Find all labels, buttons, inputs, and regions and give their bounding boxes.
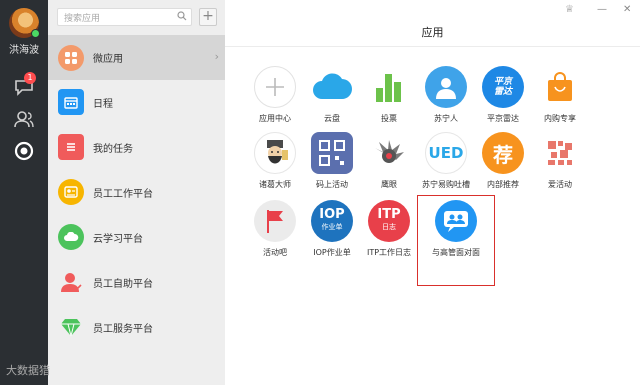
watermark: 大数据猎 <box>6 362 50 378</box>
app-label: 平京雷达 <box>487 114 519 123</box>
recommend-icon: 荐 <box>482 132 524 174</box>
sage-icon <box>254 132 296 174</box>
app-activity-bar[interactable]: 活动吧 <box>246 200 304 258</box>
menu-item-schedule[interactable]: 日程 <box>48 80 225 125</box>
app-zhuge-master[interactable]: 诸葛大师 <box>246 132 304 190</box>
logo-icon: 平京雷达 <box>482 66 524 108</box>
add-button[interactable]: + <box>199 8 217 26</box>
app-label: 投票 <box>381 114 397 123</box>
unread-badge: 1 <box>24 72 36 84</box>
app-label: ITP工作日志 <box>366 248 412 257</box>
person-icon <box>425 66 467 108</box>
user-name: 洪海波 <box>9 45 39 56</box>
menu-item-cloud-learning[interactable]: 云学习平台 <box>48 215 225 260</box>
app-internal-purchase[interactable]: 内购专享 <box>531 66 589 124</box>
menu-item-service-platform[interactable]: 员工服务平台 <box>48 305 225 350</box>
app-icon-text: 荐 <box>493 142 513 167</box>
left-rail: 洪海波 1 <box>0 0 48 385</box>
app-label: 云盘 <box>324 114 340 123</box>
cloud-icon <box>58 224 84 250</box>
app-label: IOP作业单 <box>313 248 351 257</box>
app-icon-text: 平京雷达 <box>493 77 512 97</box>
divider <box>225 46 640 47</box>
menu-item-label: 微应用 <box>93 54 123 65</box>
main-area: ♕ — ✕ 应用 应用中心 云盘 投票 苏宁人 平京雷达 平京雷达 内购专享 诸… <box>225 0 640 385</box>
skin-icon[interactable]: ♕ <box>565 4 574 15</box>
menu-item-micro-apps[interactable]: 微应用 › <box>48 35 225 80</box>
app-label: 活动吧 <box>263 248 287 257</box>
app-label: 码上活动 <box>316 180 348 189</box>
person-icon <box>58 269 84 295</box>
app-cloud-disk[interactable]: 云盘 <box>303 66 361 124</box>
app-label: 内部推荐 <box>487 180 519 189</box>
menu-item-work-platform[interactable]: 员工工作平台 <box>48 170 225 215</box>
app-label: 苏宁易购吐槽 <box>422 180 470 189</box>
app-label: 苏宁人 <box>434 114 458 123</box>
app-vote[interactable]: 投票 <box>360 66 418 124</box>
qr-icon <box>311 132 353 174</box>
menu-item-label: 员工服务平台 <box>93 324 153 335</box>
app-icon-subtext: 日志 <box>382 223 396 231</box>
id-card-icon <box>58 179 84 205</box>
calendar-icon <box>58 89 84 115</box>
apps-icon[interactable] <box>12 140 36 162</box>
app-code-event[interactable]: 码上活动 <box>303 132 361 190</box>
app-pingjing-radar[interactable]: 平京雷达 平京雷达 <box>474 66 532 124</box>
menu-item-label: 我的任务 <box>93 144 133 155</box>
app-eagle-eye[interactable]: 鹰眼 <box>360 132 418 190</box>
app-label: 应用中心 <box>259 114 291 123</box>
app-center[interactable]: 应用中心 <box>246 66 304 124</box>
app-icon-subtext: 作业单 <box>321 223 343 231</box>
online-status-dot <box>31 29 40 38</box>
app-love-event[interactable]: 爱活动 <box>531 132 589 190</box>
app-suning-people[interactable]: 苏宁人 <box>417 66 475 124</box>
app-label: 内购专享 <box>544 114 576 123</box>
search-icon[interactable] <box>177 11 187 21</box>
menu-item-label: 员工工作平台 <box>93 189 153 200</box>
menu-item-label: 云学习平台 <box>93 234 143 245</box>
page-title: 应用 <box>421 26 444 39</box>
menu-item-my-tasks[interactable]: 我的任务 <box>48 125 225 170</box>
app-icon-text: ITP <box>377 207 401 222</box>
plus-icon <box>254 66 296 108</box>
app-suning-feedback[interactable]: UED 苏宁易购吐槽 <box>417 132 475 190</box>
task-icon <box>58 134 84 160</box>
menu-item-label: 员工自助平台 <box>93 279 153 290</box>
app-label: 鹰眼 <box>381 180 397 189</box>
eagle-icon <box>368 132 410 174</box>
pattern-icon <box>539 132 581 174</box>
close-button[interactable]: ✕ <box>623 4 631 15</box>
highlight-box <box>417 195 495 286</box>
shopping-bag-icon <box>539 66 581 108</box>
app-label: 诸葛大师 <box>259 180 291 189</box>
iop-icon: IOP 作业单 <box>311 200 353 242</box>
grid-icon <box>58 45 84 71</box>
itp-icon: ITP 日志 <box>368 200 410 242</box>
app-itp-work-log[interactable]: ITP 日志 ITP工作日志 <box>360 200 418 258</box>
contacts-icon[interactable] <box>12 108 36 130</box>
ued-icon: UED <box>425 132 467 174</box>
app-icon-text: UED <box>428 144 464 162</box>
minimize-button[interactable]: — <box>597 4 607 15</box>
app-iop-work-order[interactable]: IOP 作业单 IOP作业单 <box>303 200 361 258</box>
menu-item-label: 日程 <box>93 99 113 110</box>
menu-item-self-service[interactable]: 员工自助平台 <box>48 260 225 305</box>
app-label: 爱活动 <box>548 180 572 189</box>
chevron-right-icon: › <box>214 50 219 63</box>
bar-chart-icon <box>368 66 410 108</box>
flag-icon <box>254 200 296 242</box>
diamond-icon <box>58 314 84 340</box>
search-input[interactable]: 搜索应用 <box>57 8 192 26</box>
watermark-text: 大数据猎 <box>6 364 50 377</box>
app-icon-text: IOP <box>319 207 345 222</box>
cloud-icon <box>311 66 353 108</box>
app-internal-recommend[interactable]: 荐 内部推荐 <box>474 132 532 190</box>
